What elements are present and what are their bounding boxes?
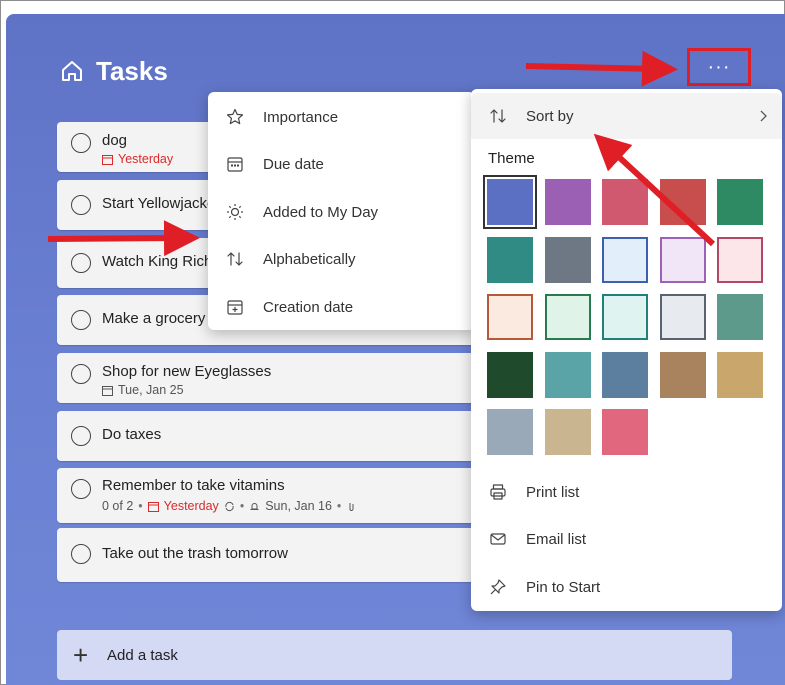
task-item[interactable]: Take out the trash tomorrow: [57, 528, 487, 582]
list-header: Tasks: [58, 54, 168, 88]
due-date: Yesterday: [118, 152, 174, 166]
task-title: dog: [102, 132, 128, 149]
theme-swatch-light-blue[interactable]: [602, 236, 648, 283]
task-title: Shop for new Eyeglasses: [102, 363, 272, 380]
sort-by-menu-item[interactable]: Sort by: [471, 93, 782, 139]
calendar-icon: [227, 157, 243, 172]
calendar-add-icon: [227, 300, 243, 315]
separator-dot: •: [239, 499, 245, 513]
list-options-menu: Sort by Theme Print list Email list Pin …: [471, 89, 782, 611]
task-title: Do taxes: [102, 426, 162, 443]
theme-swatch-light-green[interactable]: [544, 294, 591, 340]
theme-swatch-gray[interactable]: [544, 236, 591, 283]
sort-option-my-day[interactable]: Added to My Day: [208, 189, 475, 235]
theme-swatch-light-pink[interactable]: [717, 236, 763, 283]
theme-swatch-green[interactable]: [717, 179, 763, 225]
task-meta: 0 of 2 • Yesterday • Sun, Jan 16 •: [102, 499, 357, 513]
sort-option-due-date[interactable]: Due date: [208, 141, 475, 187]
sort-by-label: Sort by: [526, 107, 574, 125]
plus-icon: +: [73, 639, 89, 670]
due-date: Tue, Jan 25: [118, 383, 184, 397]
pin-icon: [490, 579, 506, 595]
sort-option-creation-date[interactable]: Creation date: [208, 284, 475, 330]
theme-swatch-light-gray[interactable]: [659, 294, 706, 340]
task-item[interactable]: Shop for new Eyeglasses Tue, Jan 25: [57, 353, 487, 403]
complete-checkbox[interactable]: [71, 133, 91, 153]
theme-swatch-light-purple[interactable]: [659, 236, 706, 283]
attachment-icon: [349, 502, 354, 511]
sort-option-label: Added to My Day: [263, 203, 379, 221]
page-title: Tasks: [96, 55, 168, 86]
sort-option-label: Alphabetically: [263, 250, 356, 268]
theme-swatch-photo-desert[interactable]: [717, 351, 763, 398]
theme-swatch-photo-tower[interactable]: [717, 294, 763, 340]
mail-icon: [490, 533, 506, 545]
add-task-input[interactable]: + Add a task: [57, 630, 732, 680]
task-item[interactable]: Do taxes: [57, 411, 487, 461]
theme-swatch-red[interactable]: [659, 179, 706, 225]
home-icon: [62, 61, 82, 81]
separator-dot: •: [336, 499, 342, 513]
more-options-button[interactable]: ···: [687, 48, 751, 86]
repeat-icon: [225, 501, 234, 511]
sort-option-alphabetically[interactable]: Alphabetically: [208, 236, 475, 282]
theme-swatch-pink[interactable]: [602, 179, 648, 225]
calendar-icon: [102, 385, 113, 396]
separator-dot: •: [138, 499, 143, 513]
print-list-label: Print list: [526, 483, 580, 501]
sun-icon: [227, 204, 243, 220]
sort-option-label: Importance: [263, 108, 339, 126]
theme-swatch-purple[interactable]: [544, 179, 591, 225]
task-item[interactable]: Remember to take vitamins 0 of 2 • Yeste…: [57, 468, 487, 523]
theme-swatch-blue[interactable]: [483, 175, 537, 229]
bell-icon: [250, 502, 259, 510]
email-list-label: Email list: [526, 530, 587, 548]
complete-checkbox[interactable]: [71, 426, 91, 446]
theme-heading: Theme: [488, 150, 535, 167]
theme-swatch-light-teal[interactable]: [602, 294, 648, 340]
due-date: Yesterday: [163, 499, 219, 513]
theme-swatch-photo-lighthouse[interactable]: [487, 409, 533, 455]
task-meta: Yesterday: [102, 152, 173, 166]
star-icon: [226, 108, 244, 125]
complete-checkbox[interactable]: [71, 364, 91, 384]
theme-swatch-photo-poppy[interactable]: [544, 409, 591, 455]
task-meta: Tue, Jan 25: [102, 383, 184, 397]
theme-swatch-photo-leaves[interactable]: [487, 351, 533, 398]
theme-swatch-photo-beach[interactable]: [544, 351, 591, 398]
sort-option-label: Creation date: [263, 298, 354, 316]
theme-swatch-photo-mountains[interactable]: [602, 351, 648, 398]
chevron-right-icon: [760, 110, 767, 122]
complete-checkbox[interactable]: [71, 253, 91, 273]
complete-checkbox[interactable]: [71, 479, 91, 499]
complete-checkbox[interactable]: [71, 544, 91, 564]
sort-arrows-icon: [490, 109, 506, 123]
steps-count: 0 of 2: [102, 499, 134, 513]
theme-swatch-photo-palm-sunset[interactable]: [659, 351, 706, 398]
email-list-menu-item[interactable]: Email list: [471, 516, 782, 562]
theme-swatch-teal[interactable]: [487, 236, 533, 283]
theme-swatch-photo-pink-abstract[interactable]: [602, 409, 648, 455]
sort-option-label: Due date: [263, 155, 324, 173]
printer-icon: [490, 484, 506, 500]
task-title: Remember to take vitamins: [102, 477, 285, 494]
pin-to-start-label: Pin to Start: [526, 578, 601, 596]
calendar-icon: [102, 154, 113, 165]
theme-swatch-light-orange[interactable]: [487, 294, 533, 340]
pin-to-start-menu-item[interactable]: Pin to Start: [471, 564, 782, 610]
complete-checkbox[interactable]: [71, 310, 91, 330]
sort-arrows-icon: [227, 252, 243, 266]
task-title: Take out the trash tomorrow: [102, 545, 288, 562]
calendar-icon: [147, 501, 159, 512]
sort-option-importance[interactable]: Importance: [208, 94, 475, 140]
print-list-menu-item[interactable]: Print list: [471, 469, 782, 515]
add-task-label: Add a task: [107, 646, 178, 664]
complete-checkbox[interactable]: [71, 195, 91, 215]
sort-submenu: Importance Due date Added to My Day Alph…: [208, 92, 475, 330]
reminder-date: Sun, Jan 16: [265, 499, 332, 513]
